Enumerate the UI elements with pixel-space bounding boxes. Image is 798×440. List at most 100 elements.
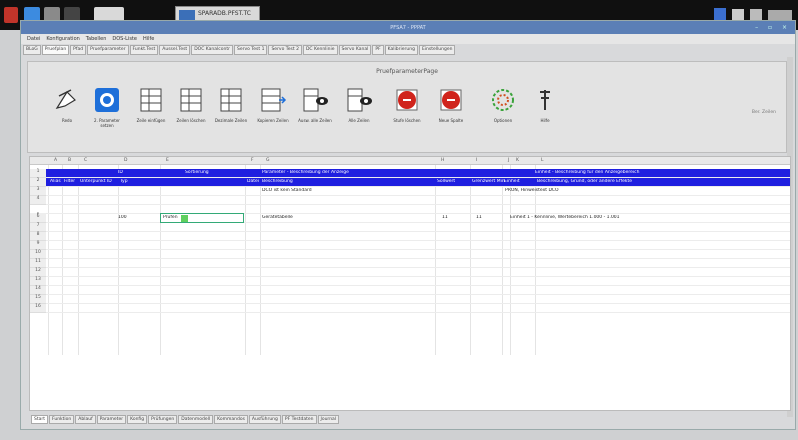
cell-row5-limit[interactable]: 11	[476, 215, 482, 220]
select-all-rows-button[interactable]: Ausw. alle Zeilen	[298, 84, 332, 140]
page-tab[interactable]: Servo Test 2	[268, 45, 302, 55]
column-header[interactable]: K	[516, 158, 519, 163]
decimal-rows-button[interactable]: Dezimale Zeilen	[214, 84, 248, 140]
page-tab[interactable]: Servo Test 1	[233, 45, 268, 55]
page-tab[interactable]: Aussel.Test	[159, 45, 191, 55]
row-header[interactable]: 4	[30, 196, 46, 205]
sheet-tab[interactable]: Konfig	[127, 415, 148, 424]
row-header[interactable]: 1	[30, 169, 46, 178]
sheet-tab[interactable]: Start	[31, 415, 48, 424]
row-header[interactable]: 16	[30, 304, 46, 313]
grid-column-line	[470, 165, 471, 355]
sheet-tab[interactable]: Kommandos	[214, 415, 248, 424]
header-cell[interactable]: Einheit	[504, 179, 520, 184]
sheet-tab[interactable]: Funktion	[49, 415, 75, 424]
column-header[interactable]: G	[266, 158, 270, 163]
delete-step-button[interactable]: Stufe löschen	[390, 84, 424, 140]
row-header[interactable]: 15	[30, 295, 46, 304]
column-header[interactable]: A	[54, 158, 57, 163]
header-cell[interactable]: Grenzwert Min	[472, 179, 505, 184]
cell-row5-type[interactable]: Prüfen	[163, 215, 178, 220]
page-tab[interactable]: Servo Kanal	[338, 45, 372, 55]
delete-rows-button[interactable]: Zeilen löschen	[174, 84, 208, 140]
column-header[interactable]: J	[508, 158, 509, 163]
data-grid[interactable]: ABCDEFGHIJKL 12345678910111213141516 ID …	[29, 156, 791, 411]
sheet-tab[interactable]: PF Testdaten	[281, 415, 317, 424]
dropdown-toggle-icon[interactable]	[181, 215, 188, 222]
sheet-tab[interactable]: Parameter	[96, 415, 127, 424]
help-button[interactable]: Hilfe	[528, 84, 562, 140]
row-header[interactable]: 9	[30, 241, 46, 250]
cell-row5-id[interactable]: 100	[118, 215, 127, 220]
page-tab[interactable]: Pfad	[70, 45, 87, 55]
column-header[interactable]: F	[251, 158, 254, 163]
row-header[interactable]: 14	[30, 286, 46, 295]
cell-row5-unit[interactable]: Einheit 1 - Kennlinie, Wertebereich 1.00…	[510, 215, 780, 220]
sheet-tab[interactable]: Prüfungen	[148, 415, 178, 424]
header-cell[interactable]: Beschreibung	[262, 179, 293, 184]
column-header[interactable]: C	[84, 158, 87, 163]
page-tab[interactable]: DOC Kanalcontr	[191, 45, 233, 55]
window-controls[interactable]: – ▫ ×	[755, 24, 791, 31]
column-header[interactable]: L	[541, 158, 544, 163]
page-tab[interactable]: Pruefplan	[41, 45, 70, 55]
cell-row3-note[interactable]: PRON, Hinweistext DCO	[505, 188, 559, 193]
options-button[interactable]: Optionen	[486, 84, 520, 140]
cell-row5-desc[interactable]: Gerätetabelle	[262, 215, 293, 220]
menu-item[interactable]: Hilfe	[143, 36, 154, 42]
cell-row1-param-desc[interactable]: Parameter - Beschreibung der Anzeige	[262, 170, 432, 175]
row-header[interactable]: 11	[30, 259, 46, 268]
page-tab[interactable]: DC Kennlinie	[302, 45, 338, 55]
copy-rows-button[interactable]: Kopieren Zeilen	[256, 84, 290, 140]
cell-row1-id[interactable]: ID	[118, 170, 123, 175]
header-cell[interactable]: Filter	[64, 179, 75, 184]
column-header[interactable]: E	[166, 158, 169, 163]
grid-row-line	[46, 312, 790, 313]
new-column-button[interactable]: Neue Spalte	[434, 84, 468, 140]
column-header[interactable]: I	[476, 158, 477, 163]
header-cell[interactable]: Datei	[247, 179, 259, 184]
header-cell[interactable]: Beschreibung, Grund, oder andere Effekte	[537, 179, 632, 184]
sheet-tab[interactable]: Journal	[317, 415, 340, 424]
row-header[interactable]: 12	[30, 268, 46, 277]
cell-row1-sort[interactable]: Sortierung	[185, 170, 209, 175]
page-tab[interactable]: Pruefparameter	[87, 45, 129, 55]
menu-item[interactable]: Datei	[27, 36, 40, 42]
sheet-tab[interactable]: Datenmodell	[178, 415, 214, 424]
sheet-tab[interactable]: Ausführung	[248, 415, 281, 424]
cell-row1-unit-desc[interactable]: Einheit - Beschreibung für den Anzeigebe…	[535, 170, 755, 175]
options-icon	[492, 89, 514, 111]
column-header[interactable]: H	[441, 158, 444, 163]
cell-row3-desc[interactable]: DCO ist kein Standard	[262, 188, 312, 193]
menu-item[interactable]: Konfiguration	[46, 36, 79, 42]
header-cell[interactable]: Typ	[120, 179, 128, 184]
page-tab[interactable]: Funkt.Test	[129, 45, 159, 55]
row-header[interactable]: 8	[30, 232, 46, 241]
grid-column-line	[118, 165, 119, 355]
page-tab[interactable]: Einstellungen	[418, 45, 456, 55]
redo-button[interactable]: Redo	[50, 84, 84, 140]
all-rows-button[interactable]: Alle Zeilen	[342, 84, 376, 140]
row-header[interactable]: 7	[30, 223, 46, 232]
menu-item[interactable]: DOS-Liste	[112, 36, 137, 42]
column-header[interactable]: B	[68, 158, 71, 163]
header-cell[interactable]: Unterpunkt ID	[80, 179, 112, 184]
page-tab[interactable]: BLoG	[23, 45, 41, 55]
row-header[interactable]: 10	[30, 250, 46, 259]
row-header[interactable]: 13	[30, 277, 46, 286]
menu-item[interactable]: Tabellen	[86, 36, 107, 42]
row-header[interactable]: 3	[30, 187, 46, 196]
cell-row5-setpoint[interactable]: 11	[442, 215, 448, 220]
start-menu-icon[interactable]	[4, 7, 18, 23]
column-header[interactable]: D	[124, 158, 127, 163]
header-cell[interactable]: Sollwert	[437, 179, 455, 184]
row-header[interactable]: 6	[30, 214, 46, 223]
page-tab[interactable]: Kalibrierung	[384, 45, 418, 55]
page-tab[interactable]: PF	[372, 45, 384, 55]
header-cell[interactable]: Alias	[50, 179, 61, 184]
insert-row-button[interactable]: Zeile einfügen	[134, 84, 168, 140]
sheet-tab[interactable]: Ablauf	[75, 415, 96, 424]
set-parameter-button[interactable]: 2. Parameter setzen	[90, 84, 124, 140]
cell-editor[interactable]: Prüfen	[160, 213, 244, 223]
row-header[interactable]: 2	[30, 178, 46, 187]
